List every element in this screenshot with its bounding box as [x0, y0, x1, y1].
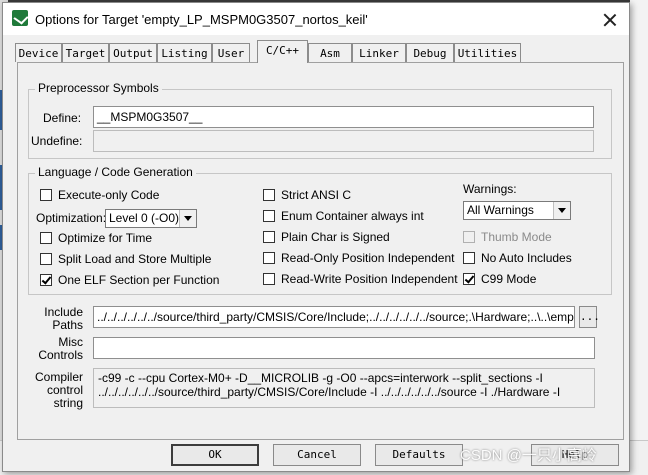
optimization-label: Optimization:: [36, 211, 107, 225]
ro-position-independent-checkbox[interactable]: [263, 252, 275, 264]
window-title: Options for Target 'empty_LP_MSPM0G3507_…: [35, 12, 368, 27]
rw-position-independent-label: Read-Write Position Independent: [281, 272, 458, 286]
tab-output[interactable]: Output: [109, 43, 157, 62]
options-dialog: Options for Target 'empty_LP_MSPM0G3507_…: [2, 2, 630, 472]
codegen-group-label: Language / Code Generation: [35, 165, 196, 179]
close-icon[interactable]: [601, 11, 619, 29]
preprocessor-group: Preprocessor Symbols Define: __MSPM0G350…: [28, 81, 612, 159]
define-field[interactable]: __MSPM0G3507__: [93, 106, 594, 128]
undefine-label: Undefine:: [31, 134, 83, 148]
tab-c-cpp[interactable]: C/C++: [257, 40, 308, 63]
one-elf-section-checkbox[interactable]: [40, 274, 52, 286]
title-bar[interactable]: Options for Target 'empty_LP_MSPM0G3507_…: [3, 3, 629, 35]
thumb-mode-checkbox[interactable]: [463, 231, 475, 243]
warnings-select[interactable]: All Warnings: [463, 201, 571, 220]
warnings-label: Warnings:: [463, 182, 517, 196]
ok-button[interactable]: OK: [171, 444, 259, 466]
tab-listing[interactable]: Listing: [157, 43, 212, 62]
background-right-strip: [630, 0, 648, 475]
plain-char-signed-label: Plain Char is Signed: [281, 230, 390, 244]
define-label: Define:: [43, 111, 82, 125]
rw-position-independent-checkbox[interactable]: [263, 273, 275, 285]
compiler-control-line-2: ../../../../../../source/third_party/CMS…: [98, 385, 561, 399]
include-paths-field[interactable]: ../../../../../../source/third_party/CMS…: [93, 306, 575, 328]
enum-container-label: Enum Container always int: [281, 209, 424, 223]
one-elf-section-label: One ELF Section per Function: [58, 273, 220, 287]
chevron-down-icon: [179, 210, 196, 227]
execute-only-label: Execute-only Code: [58, 188, 160, 202]
no-auto-includes-checkbox[interactable]: [463, 252, 475, 264]
codegen-group: Language / Code Generation Execute-only …: [28, 165, 612, 295]
strict-ansi-label: Strict ANSI C: [281, 188, 352, 202]
cancel-button[interactable]: Cancel: [273, 444, 361, 466]
split-load-store-label: Split Load and Store Multiple: [58, 252, 212, 266]
c99-mode-checkbox[interactable]: [463, 273, 475, 285]
warnings-value: All Warnings: [467, 203, 534, 217]
compiler-control-line-1: -c99 -c --cpu Cortex-M0+ -D__MICROLIB -g…: [98, 371, 543, 385]
tab-device[interactable]: Device: [15, 43, 62, 62]
defaults-button[interactable]: Defaults: [375, 444, 463, 466]
split-load-store-checkbox[interactable]: [40, 253, 52, 265]
csdn-watermark: CSDN @一只小高岭: [460, 447, 597, 464]
tab-utilities[interactable]: Utilities: [454, 43, 521, 62]
optimization-value: Level 0 (-O0): [109, 211, 180, 225]
misc-controls-label: Misc Controls: [38, 335, 83, 362]
optimize-for-time-checkbox[interactable]: [40, 232, 52, 244]
misc-controls-field[interactable]: [93, 337, 595, 359]
thumb-mode-label: Thumb Mode: [481, 230, 552, 244]
ro-position-independent-label: Read-Only Position Independent: [281, 251, 455, 265]
tab-user[interactable]: User: [212, 43, 250, 62]
plain-char-signed-checkbox[interactable]: [263, 231, 275, 243]
include-paths-browse-button[interactable]: ...: [579, 306, 600, 328]
tab-linker[interactable]: Linker: [352, 43, 406, 62]
compiler-control-string[interactable]: -c99 -c --cpu Cortex-M0+ -D__MICROLIB -g…: [93, 368, 595, 408]
chevron-down-icon: [553, 202, 570, 219]
undefine-field[interactable]: [93, 130, 594, 152]
enum-container-checkbox[interactable]: [263, 210, 275, 222]
c99-mode-label: C99 Mode: [481, 272, 537, 286]
tab-debug[interactable]: Debug: [406, 43, 454, 62]
no-auto-includes-label: No Auto Includes: [481, 251, 572, 265]
optimization-select[interactable]: Level 0 (-O0): [105, 209, 197, 228]
compiler-control-label: Compiler control string: [34, 370, 83, 410]
optimize-for-time-label: Optimize for Time: [58, 231, 153, 245]
execute-only-checkbox[interactable]: [40, 189, 52, 201]
tab-asm[interactable]: Asm: [308, 43, 352, 62]
tab-target[interactable]: Target: [62, 43, 109, 62]
strict-ansi-checkbox[interactable]: [263, 189, 275, 201]
cpp-options-panel: Preprocessor Symbols Define: __MSPM0G350…: [17, 62, 624, 440]
include-paths-label: Include Paths: [44, 305, 83, 332]
keil-app-icon: [12, 10, 28, 26]
preprocessor-group-label: Preprocessor Symbols: [35, 81, 162, 95]
